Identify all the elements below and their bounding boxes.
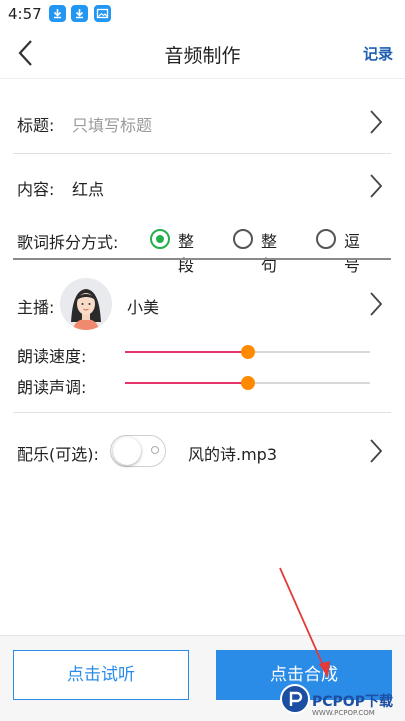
radio-unchecked-icon bbox=[316, 229, 336, 249]
avatar-woman-icon bbox=[60, 278, 112, 330]
music-label: 配乐(可选): bbox=[17, 445, 99, 464]
preview-button[interactable]: 点击试听 bbox=[13, 650, 189, 700]
toggle-knob bbox=[113, 437, 141, 465]
music-file[interactable]: 风的诗.mp3 bbox=[188, 441, 277, 465]
anchor-name: 小美 bbox=[127, 298, 160, 317]
status-time: 4:57 bbox=[8, 5, 42, 23]
records-button[interactable]: 记录 bbox=[363, 43, 393, 64]
download-icon bbox=[71, 5, 88, 22]
divider bbox=[13, 412, 391, 413]
divider bbox=[13, 153, 391, 154]
anchor-avatar[interactable] bbox=[60, 278, 112, 330]
annotation-arrow-icon bbox=[279, 567, 330, 678]
watermark-subtext: WWW.PCPOP.COM bbox=[312, 709, 375, 717]
watermark-logo-icon bbox=[280, 684, 310, 714]
chevron-right-icon bbox=[370, 110, 383, 134]
divider bbox=[13, 258, 391, 260]
page-title: 音频制作 bbox=[164, 45, 241, 67]
image-icon bbox=[94, 5, 111, 22]
content-value: 红点 bbox=[72, 180, 105, 199]
radio-checked-icon bbox=[150, 229, 170, 249]
chevron-right-icon bbox=[370, 292, 383, 316]
slider-fill bbox=[125, 382, 248, 384]
download-icon bbox=[49, 5, 66, 22]
radio-label: 整句 bbox=[261, 232, 278, 275]
radio-label: 整段 bbox=[178, 232, 195, 275]
watermark-text: PCPOP下载 bbox=[312, 694, 393, 710]
radio-unchecked-icon bbox=[233, 229, 253, 249]
reading-pitch-slider[interactable] bbox=[125, 376, 370, 390]
toggle-off-icon bbox=[151, 446, 159, 454]
title-row[interactable]: 标题: 只填写标题 bbox=[0, 98, 405, 146]
watermark: PCPOP下载 WWW.PCPOP.COM bbox=[280, 684, 405, 720]
radio-label: 逗号 bbox=[344, 232, 361, 275]
music-toggle[interactable] bbox=[110, 435, 166, 467]
title-input[interactable]: 只填写标题 bbox=[72, 112, 152, 136]
title-label: 标题: bbox=[17, 116, 55, 135]
slider-fill bbox=[125, 351, 248, 353]
slider-thumb[interactable] bbox=[240, 376, 255, 390]
reading-speed-label: 朗读速度: bbox=[17, 347, 87, 366]
content-label: 内容: bbox=[17, 180, 55, 199]
chevron-right-icon bbox=[370, 174, 383, 198]
lyrics-split-label: 歌词拆分方式: bbox=[17, 233, 119, 252]
nav-bar: 音频制作 记录 bbox=[0, 28, 405, 79]
status-bar: 4:57 bbox=[0, 0, 405, 28]
reading-pitch-label: 朗读声调: bbox=[17, 378, 87, 397]
slider-thumb[interactable] bbox=[240, 345, 255, 359]
content-row[interactable]: 内容: 红点 bbox=[0, 162, 405, 210]
anchor-label: 主播: bbox=[17, 298, 55, 317]
chevron-right-icon[interactable] bbox=[369, 438, 383, 464]
reading-speed-slider[interactable] bbox=[125, 345, 370, 359]
